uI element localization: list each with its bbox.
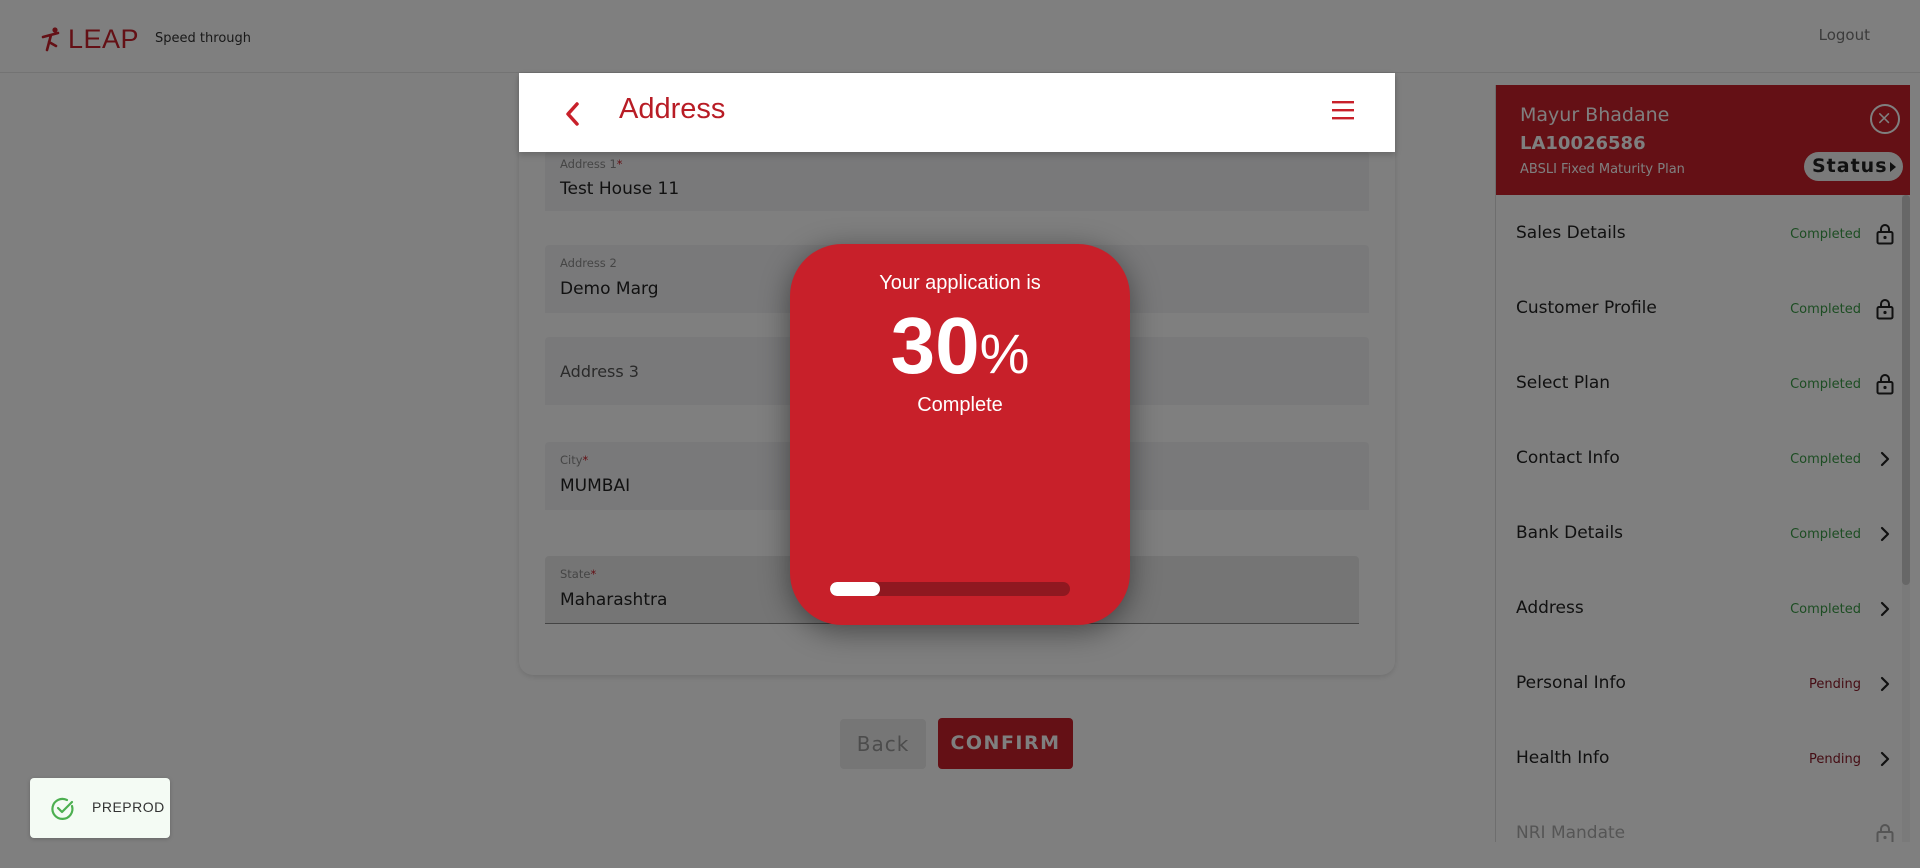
progress-percent-sign: % — [979, 322, 1030, 385]
progress-bar-fill — [830, 582, 881, 596]
page-title: Address — [619, 93, 726, 125]
progress-bar — [830, 582, 1070, 596]
progress-heading: Your application is — [879, 272, 1041, 294]
progress-percent: 30% — [790, 302, 1130, 398]
check-circle-icon — [51, 797, 74, 820]
hamburger-menu-icon[interactable] — [1331, 99, 1355, 121]
environment-badge: PREPROD — [30, 778, 170, 838]
progress-percent-number: 30 — [890, 301, 980, 390]
environment-label: PREPROD — [92, 799, 165, 815]
progress-modal: Your application is 30% Complete — [790, 244, 1130, 625]
back-chevron-icon[interactable] — [561, 99, 585, 129]
card-header: Address — [519, 73, 1395, 152]
progress-caption: Complete — [917, 394, 1003, 416]
